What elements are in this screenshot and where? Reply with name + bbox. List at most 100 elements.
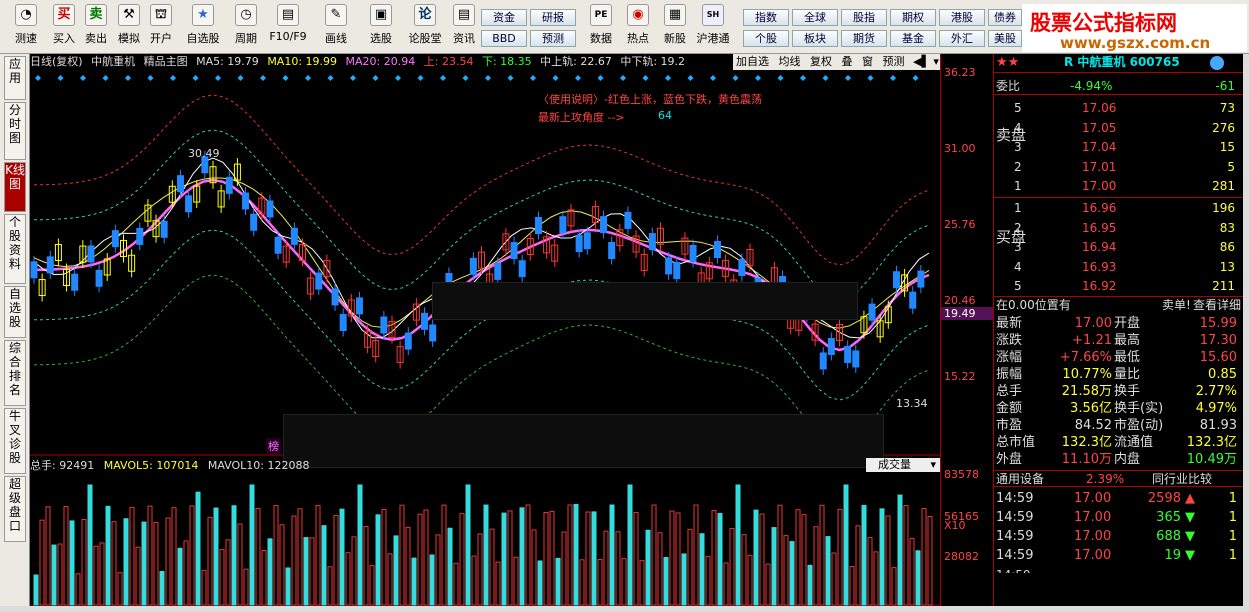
global-button[interactable]: 全球 [792, 9, 838, 26]
sidebar-tab-orderbook[interactable]: 超级盘口 [4, 476, 26, 542]
forum-icon: 论 [414, 4, 436, 26]
position-row: 在0.00位置有 卖单! 查看详细 [994, 296, 1243, 313]
volume-bar [333, 514, 339, 606]
sidebar-tab-intraday[interactable]: 分时图 [4, 102, 26, 160]
volume-bar [699, 533, 705, 606]
sell-level-num: 3 [1014, 140, 1022, 154]
indicator-selector[interactable]: 成交量 ▾ [866, 458, 940, 472]
period-label[interactable]: 日线(复权) [30, 55, 83, 68]
buy-level-row[interactable]: 4 16.93 13 [994, 259, 1243, 276]
bbd-button[interactable]: BBD [481, 30, 527, 47]
candle-body [315, 272, 323, 290]
volume-bar [735, 484, 741, 606]
sidebar-tab-profile[interactable]: 个股资料 [4, 214, 26, 284]
stock-picker-button[interactable]: ▣ 选股 [363, 4, 399, 50]
speaker-icon[interactable]: ◀▌ [913, 55, 930, 68]
speed-test-button[interactable]: ◔ 测速 [8, 4, 44, 50]
capital-button[interactable]: 资金 [481, 9, 527, 26]
hk-stock-button[interactable]: 港股 [939, 9, 985, 26]
formula-name[interactable]: 精品主图 [144, 55, 188, 68]
stat-row: 振幅 10.77% 量比 0.85 [994, 366, 1243, 383]
volume-bar [711, 510, 717, 606]
bottom-scrollbar[interactable] [0, 606, 1249, 612]
period-button[interactable]: ◷ 周期 [228, 4, 264, 50]
f10-button[interactable]: ▤ F10/F9 [268, 4, 308, 50]
volume-bar [903, 505, 909, 606]
buy-level-row[interactable]: 5 16.92 211 [994, 278, 1243, 295]
stat-value: 2.77% [1195, 384, 1237, 399]
forum-button[interactable]: 论论股堂 [405, 4, 445, 50]
stat-label: 换手(实) [1114, 401, 1164, 416]
bond-button[interactable]: 债券 [988, 9, 1022, 26]
volume-bar [753, 509, 759, 606]
buy-button[interactable]: 买买入 [46, 4, 82, 50]
globe-icon[interactable] [1210, 56, 1224, 70]
sector-button[interactable]: 板块 [792, 30, 838, 47]
view-detail-link[interactable]: 查看详细 [1193, 297, 1241, 314]
tick-price: 17.00 [1074, 491, 1112, 506]
add-watchlist-button[interactable]: 加自选 [736, 55, 769, 68]
pe-icon: PE [590, 4, 612, 26]
side-box-label: 榜 [266, 438, 281, 454]
angle-value: 64 [658, 109, 672, 122]
marker-diamond [507, 75, 514, 81]
forecast-chart-button[interactable]: 预测 [883, 55, 905, 68]
buy-level-num: 4 [1014, 259, 1022, 274]
sell-level-row[interactable]: 2 17.01 5 [994, 159, 1243, 176]
low-price-marker: 13.34 [896, 397, 928, 410]
volume-bar [303, 537, 309, 606]
research-button[interactable]: 研报 [530, 9, 576, 26]
sell-level-row[interactable]: 4 17.05 276 [994, 120, 1243, 137]
ipo-button[interactable]: ▦ 新股 [657, 4, 693, 50]
us-stock-button[interactable]: 美股 [988, 30, 1022, 47]
volume-bar [783, 535, 789, 606]
vertical-scrollbar[interactable] [1243, 54, 1249, 606]
news-button[interactable]: ▤ 资讯 [446, 4, 482, 50]
sell-level-row[interactable]: 5 17.06 73 [994, 100, 1243, 117]
sidebar-tab-ranking[interactable]: 综合排名 [4, 340, 26, 406]
open-account-button[interactable]: ⛫ 开户 [143, 4, 179, 50]
candle-body [421, 312, 429, 330]
sidebar-tab-apps[interactable]: 应用 [4, 56, 26, 100]
kline-chart-area[interactable]: 〈使用说明〉-红色上涨，蓝色下跌，黄色震荡 最新上攻角度 --> 64 30.4… [30, 70, 940, 606]
volume-bar [285, 567, 291, 606]
buy-level-row[interactable]: 2 16.95 83 [994, 220, 1243, 237]
stat-label: 金额 [996, 401, 1023, 416]
sidebar-tab-label: 牛叉诊股 [8, 409, 21, 465]
index-futures-button[interactable]: 股指 [841, 9, 887, 26]
sell-button[interactable]: 卖卖出 [78, 4, 114, 50]
forex-button[interactable]: 外汇 [939, 30, 985, 47]
futures-button[interactable]: 期货 [841, 30, 887, 47]
dropdown-arrow-icon[interactable]: ▾ [933, 55, 939, 68]
buy-level-row[interactable]: 1 16.96 196 [994, 200, 1243, 217]
fund-button[interactable]: 基金 [890, 30, 936, 47]
hotspot-button[interactable]: ◉ 热点 [620, 4, 656, 50]
data-button[interactable]: PE 数据 [583, 4, 619, 50]
star-icon[interactable]: ★★ [996, 54, 1019, 71]
stock-button[interactable]: 个股 [743, 30, 789, 47]
sidebar-tab-kline[interactable]: K线图 [4, 162, 26, 212]
up-arrow-icon: ▲ [1185, 491, 1195, 506]
stat-value: 10.49万 [1186, 452, 1237, 467]
connect-button[interactable]: SH 沪港通 [692, 4, 734, 50]
adjust-toggle-button[interactable]: 复权 [810, 55, 832, 68]
sell-price: 17.06 [1082, 101, 1117, 115]
index-button[interactable]: 指数 [743, 9, 789, 26]
forecast-button[interactable]: 预测 [530, 30, 576, 47]
sidebar-tab-watchlist[interactable]: 自选股 [4, 286, 26, 338]
sell-level-row[interactable]: 1 17.00 281 [994, 178, 1243, 195]
buy-level-row[interactable]: 3 16.94 86 [994, 239, 1243, 256]
window-button[interactable]: 窗 [862, 55, 873, 68]
volume-bar [837, 508, 843, 606]
options-button[interactable]: 期权 [890, 9, 936, 26]
overlay-button[interactable]: 叠 [842, 55, 853, 68]
sidebar-tab-diagnosis[interactable]: 牛叉诊股 [4, 408, 26, 474]
watchlist-button[interactable]: ★ 自选股 [183, 4, 223, 50]
sell-level-row[interactable]: 3 17.04 15 [994, 139, 1243, 156]
ma-toggle-button[interactable]: 均线 [779, 55, 801, 68]
weicha-value: -61 [1215, 79, 1235, 93]
simulate-button[interactable]: ⚒ 模拟 [111, 4, 147, 50]
industry-compare-link[interactable]: 同行业比较 [1152, 471, 1212, 488]
draw-line-button[interactable]: ✎ 画线 [318, 4, 354, 50]
sell-order-link[interactable]: 卖单! [1162, 297, 1191, 314]
